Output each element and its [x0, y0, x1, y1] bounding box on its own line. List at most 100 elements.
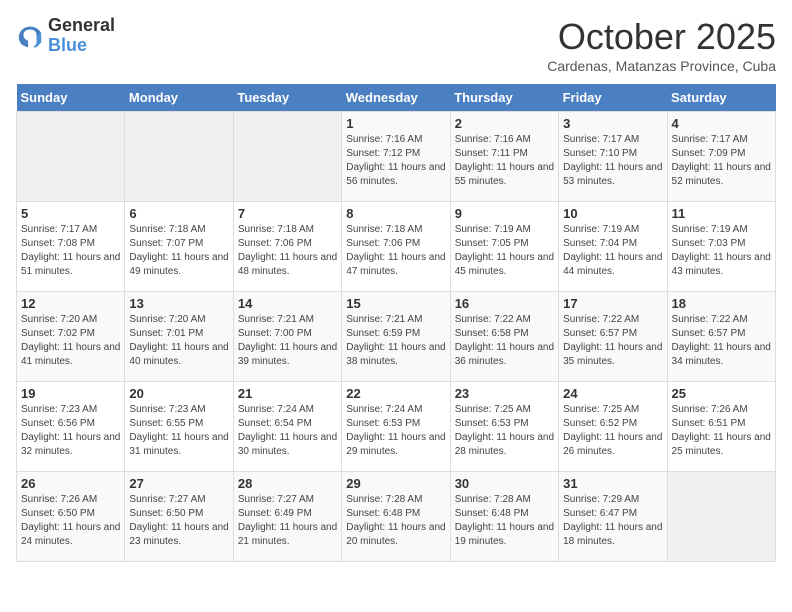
day-number: 21	[238, 386, 337, 401]
day-info: Sunrise: 7:20 AM Sunset: 7:01 PM Dayligh…	[129, 313, 228, 369]
calendar-cell: 2 Sunrise: 7:16 AM Sunset: 7:11 PM Daylig…	[450, 112, 558, 202]
calendar-cell	[233, 112, 341, 202]
day-info: Sunrise: 7:25 AM Sunset: 6:52 PM Dayligh…	[563, 403, 662, 459]
calendar-cell: 6 Sunrise: 7:18 AM Sunset: 7:07 PM Daylig…	[125, 202, 233, 292]
calendar-cell: 13Sunrise: 7:20 AM Sunset: 7:01 PM Dayli…	[125, 292, 233, 382]
month-title: October 2025	[547, 16, 776, 58]
day-number: 29	[346, 476, 445, 491]
calendar-cell: 26Sunrise: 7:26 AM Sunset: 6:50 PM Dayli…	[17, 472, 125, 562]
calendar-cell: 19Sunrise: 7:23 AM Sunset: 6:56 PM Dayli…	[17, 382, 125, 472]
day-info: Sunrise: 7:24 AM Sunset: 6:53 PM Dayligh…	[346, 403, 445, 459]
day-number: 11	[672, 206, 771, 221]
calendar-cell: 28 Sunrise: 7:27 AM Sunset: 6:49 PM Dayli…	[233, 472, 341, 562]
day-number: 20	[129, 386, 228, 401]
day-header-friday: Friday	[559, 84, 667, 112]
day-number: 7	[238, 206, 337, 221]
day-info: Sunrise: 7:18 AM Sunset: 7:07 PM Dayligh…	[129, 223, 228, 279]
day-number: 27	[129, 476, 228, 491]
calendar-cell: 20Sunrise: 7:23 AM Sunset: 6:55 PM Dayli…	[125, 382, 233, 472]
calendar-cell: 25 Sunrise: 7:26 AM Sunset: 6:51 PM Dayli…	[667, 382, 775, 472]
day-number: 15	[346, 296, 445, 311]
day-info: Sunrise: 7:24 AM Sunset: 6:54 PM Dayligh…	[238, 403, 337, 459]
day-number: 6	[129, 206, 228, 221]
day-number: 12	[21, 296, 120, 311]
day-info: Sunrise: 7:22 AM Sunset: 6:57 PM Dayligh…	[563, 313, 662, 369]
calendar-body: 1Sunrise: 7:16 AM Sunset: 7:12 PM Daylig…	[17, 112, 776, 562]
day-number: 3	[563, 116, 662, 131]
week-row-3: 12 Sunrise: 7:20 AM Sunset: 7:02 PM Dayli…	[17, 292, 776, 382]
day-info: Sunrise: 7:28 AM Sunset: 6:48 PM Dayligh…	[346, 493, 445, 549]
day-info: Sunrise: 7:16 AM Sunset: 7:11 PM Dayligh…	[455, 133, 554, 189]
day-number: 26	[21, 476, 120, 491]
day-info: Sunrise: 7:22 AM Sunset: 6:58 PM Dayligh…	[455, 313, 554, 369]
day-info: Sunrise: 7:19 AM Sunset: 7:05 PM Dayligh…	[455, 223, 554, 279]
calendar-cell: 18 Sunrise: 7:22 AM Sunset: 6:57 PM Dayli…	[667, 292, 775, 382]
day-number: 28	[238, 476, 337, 491]
day-number: 2	[455, 116, 554, 131]
day-info: Sunrise: 7:23 AM Sunset: 6:56 PM Dayligh…	[21, 403, 120, 459]
day-number: 4	[672, 116, 771, 131]
day-info: Sunrise: 7:21 AM Sunset: 6:59 PM Dayligh…	[346, 313, 445, 369]
subtitle: Cardenas, Matanzas Province, Cuba	[547, 58, 776, 74]
calendar-cell	[17, 112, 125, 202]
calendar-cell: 3 Sunrise: 7:17 AM Sunset: 7:10 PM Daylig…	[559, 112, 667, 202]
calendar-cell: 23Sunrise: 7:25 AM Sunset: 6:53 PM Dayli…	[450, 382, 558, 472]
calendar-cell: 14 Sunrise: 7:21 AM Sunset: 7:00 PM Dayli…	[233, 292, 341, 382]
day-number: 9	[455, 206, 554, 221]
day-number: 14	[238, 296, 337, 311]
day-info: Sunrise: 7:22 AM Sunset: 6:57 PM Dayligh…	[672, 313, 771, 369]
day-info: Sunrise: 7:29 AM Sunset: 6:47 PM Dayligh…	[563, 493, 662, 549]
day-info: Sunrise: 7:17 AM Sunset: 7:08 PM Dayligh…	[21, 223, 120, 279]
day-header-monday: Monday	[125, 84, 233, 112]
day-info: Sunrise: 7:26 AM Sunset: 6:51 PM Dayligh…	[672, 403, 771, 459]
day-info: Sunrise: 7:20 AM Sunset: 7:02 PM Dayligh…	[21, 313, 120, 369]
day-number: 1	[346, 116, 445, 131]
day-number: 10	[563, 206, 662, 221]
week-row-5: 26Sunrise: 7:26 AM Sunset: 6:50 PM Dayli…	[17, 472, 776, 562]
day-info: Sunrise: 7:17 AM Sunset: 7:09 PM Dayligh…	[672, 133, 771, 189]
calendar-cell: 4 Sunrise: 7:17 AM Sunset: 7:09 PM Daylig…	[667, 112, 775, 202]
calendar-cell: 5 Sunrise: 7:17 AM Sunset: 7:08 PM Daylig…	[17, 202, 125, 292]
day-number: 8	[346, 206, 445, 221]
day-number: 30	[455, 476, 554, 491]
calendar-cell	[125, 112, 233, 202]
day-number: 22	[346, 386, 445, 401]
calendar-cell: 15 Sunrise: 7:21 AM Sunset: 6:59 PM Dayli…	[342, 292, 450, 382]
week-row-1: 1Sunrise: 7:16 AM Sunset: 7:12 PM Daylig…	[17, 112, 776, 202]
week-row-4: 19Sunrise: 7:23 AM Sunset: 6:56 PM Dayli…	[17, 382, 776, 472]
calendar-cell: 24 Sunrise: 7:25 AM Sunset: 6:52 PM Dayli…	[559, 382, 667, 472]
day-info: Sunrise: 7:27 AM Sunset: 6:49 PM Dayligh…	[238, 493, 337, 549]
calendar-cell: 29 Sunrise: 7:28 AM Sunset: 6:48 PM Dayli…	[342, 472, 450, 562]
day-number: 31	[563, 476, 662, 491]
calendar-table: SundayMondayTuesdayWednesdayThursdayFrid…	[16, 84, 776, 562]
calendar-cell: 30 Sunrise: 7:28 AM Sunset: 6:48 PM Dayli…	[450, 472, 558, 562]
day-header-saturday: Saturday	[667, 84, 775, 112]
day-info: Sunrise: 7:21 AM Sunset: 7:00 PM Dayligh…	[238, 313, 337, 369]
day-number: 24	[563, 386, 662, 401]
day-info: Sunrise: 7:18 AM Sunset: 7:06 PM Dayligh…	[346, 223, 445, 279]
day-number: 18	[672, 296, 771, 311]
calendar-cell: 9 Sunrise: 7:19 AM Sunset: 7:05 PM Daylig…	[450, 202, 558, 292]
calendar-cell: 7 Sunrise: 7:18 AM Sunset: 7:06 PM Daylig…	[233, 202, 341, 292]
week-row-2: 5 Sunrise: 7:17 AM Sunset: 7:08 PM Daylig…	[17, 202, 776, 292]
calendar-cell: 27Sunrise: 7:27 AM Sunset: 6:50 PM Dayli…	[125, 472, 233, 562]
calendar-cell: 21 Sunrise: 7:24 AM Sunset: 6:54 PM Dayli…	[233, 382, 341, 472]
day-number: 25	[672, 386, 771, 401]
logo-icon	[16, 22, 44, 50]
day-number: 23	[455, 386, 554, 401]
calendar-cell: 16 Sunrise: 7:22 AM Sunset: 6:58 PM Dayli…	[450, 292, 558, 382]
day-number: 5	[21, 206, 120, 221]
calendar-cell: 11Sunrise: 7:19 AM Sunset: 7:03 PM Dayli…	[667, 202, 775, 292]
calendar-cell: 31 Sunrise: 7:29 AM Sunset: 6:47 PM Dayli…	[559, 472, 667, 562]
day-number: 17	[563, 296, 662, 311]
title-area: October 2025 Cardenas, Matanzas Province…	[547, 16, 776, 74]
day-info: Sunrise: 7:17 AM Sunset: 7:10 PM Dayligh…	[563, 133, 662, 189]
day-info: Sunrise: 7:18 AM Sunset: 7:06 PM Dayligh…	[238, 223, 337, 279]
day-header-thursday: Thursday	[450, 84, 558, 112]
day-info: Sunrise: 7:28 AM Sunset: 6:48 PM Dayligh…	[455, 493, 554, 549]
calendar-cell: 22 Sunrise: 7:24 AM Sunset: 6:53 PM Dayli…	[342, 382, 450, 472]
day-number: 16	[455, 296, 554, 311]
day-header-wednesday: Wednesday	[342, 84, 450, 112]
logo: General Blue	[16, 16, 115, 56]
day-info: Sunrise: 7:19 AM Sunset: 7:04 PM Dayligh…	[563, 223, 662, 279]
